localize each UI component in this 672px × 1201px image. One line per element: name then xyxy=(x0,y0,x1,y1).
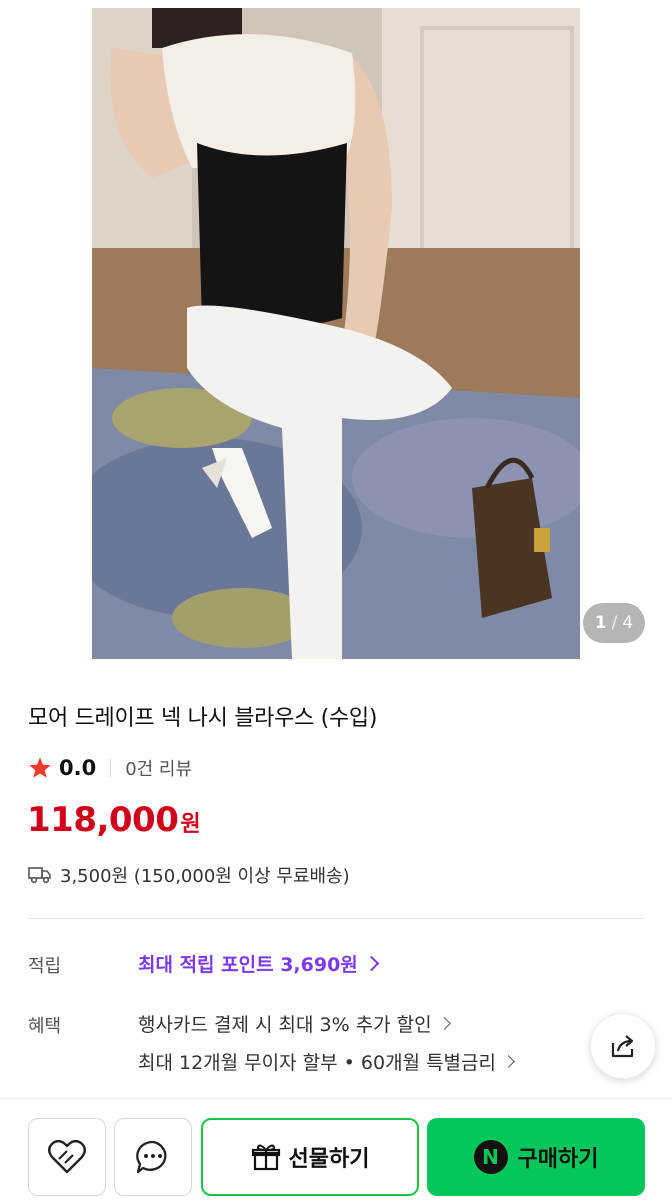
chevron-right-icon xyxy=(437,1017,451,1030)
points-link[interactable]: 최대 적립 포인트 3,690원 xyxy=(138,950,380,977)
installment-link[interactable]: 최대 12개월 무이자 할부 • 60개월 특별금리 xyxy=(138,1048,515,1075)
chevron-right-icon xyxy=(502,1055,515,1068)
section-divider xyxy=(28,918,644,919)
gift-label: 선물하기 xyxy=(288,1147,370,1172)
truck-icon xyxy=(28,867,51,884)
installment-text: 최대 12개월 무이자 할부 • 60개월 특별금리 xyxy=(138,1052,496,1074)
product-photo[interactable] xyxy=(92,8,580,659)
buy-button[interactable]: N 구매하기 xyxy=(427,1118,645,1196)
buy-label: 구매하기 xyxy=(517,1147,599,1172)
product-image-gallery[interactable]: 1 / 4 xyxy=(0,0,672,668)
price-unit: 원 xyxy=(180,812,201,837)
gift-icon xyxy=(251,1144,280,1171)
gift-button[interactable]: 선물하기 xyxy=(201,1118,419,1196)
benefit-label: 혜택 xyxy=(28,1016,62,1037)
rating-divider xyxy=(110,759,112,777)
shipping-info: 3,500원 (150,000원 이상 무료배송) xyxy=(28,862,350,888)
image-counter-total: 4 xyxy=(622,613,634,633)
image-counter-separator: / xyxy=(611,613,618,633)
review-count-link[interactable]: 0건 리뷰 xyxy=(125,755,192,781)
star-icon xyxy=(29,757,51,778)
shipping-text: 3,500원 (150,000원 이상 무료배송) xyxy=(60,866,350,887)
image-counter: 1 / 4 xyxy=(583,603,645,643)
product-title: 모어 드레이프 넥 나시 블라우스 (수입) xyxy=(28,706,378,731)
card-discount-link[interactable]: 행사카드 결제 시 최대 3% 추가 할인 xyxy=(138,1010,451,1037)
share-icon xyxy=(611,1035,634,1058)
rating-value: 0.0 xyxy=(59,756,97,780)
heart-icon xyxy=(48,1139,86,1174)
points-label: 적립 xyxy=(28,956,62,977)
price: 118,000 원 xyxy=(27,800,201,840)
chat-icon xyxy=(136,1140,167,1174)
chat-button[interactable] xyxy=(114,1118,192,1196)
points-text: 최대 적립 포인트 3,690원 xyxy=(138,954,358,976)
wishlist-button[interactable] xyxy=(28,1118,106,1196)
image-counter-current: 1 xyxy=(594,613,607,633)
naver-n-icon: N xyxy=(473,1140,508,1174)
share-button[interactable] xyxy=(590,1013,656,1079)
chevron-right-icon xyxy=(363,955,380,972)
card-discount-text: 행사카드 결제 시 최대 3% 추가 할인 xyxy=(138,1014,432,1036)
rating-row[interactable]: 0.0 0건 리뷰 xyxy=(28,754,192,782)
price-amount: 118,000 xyxy=(27,800,179,840)
